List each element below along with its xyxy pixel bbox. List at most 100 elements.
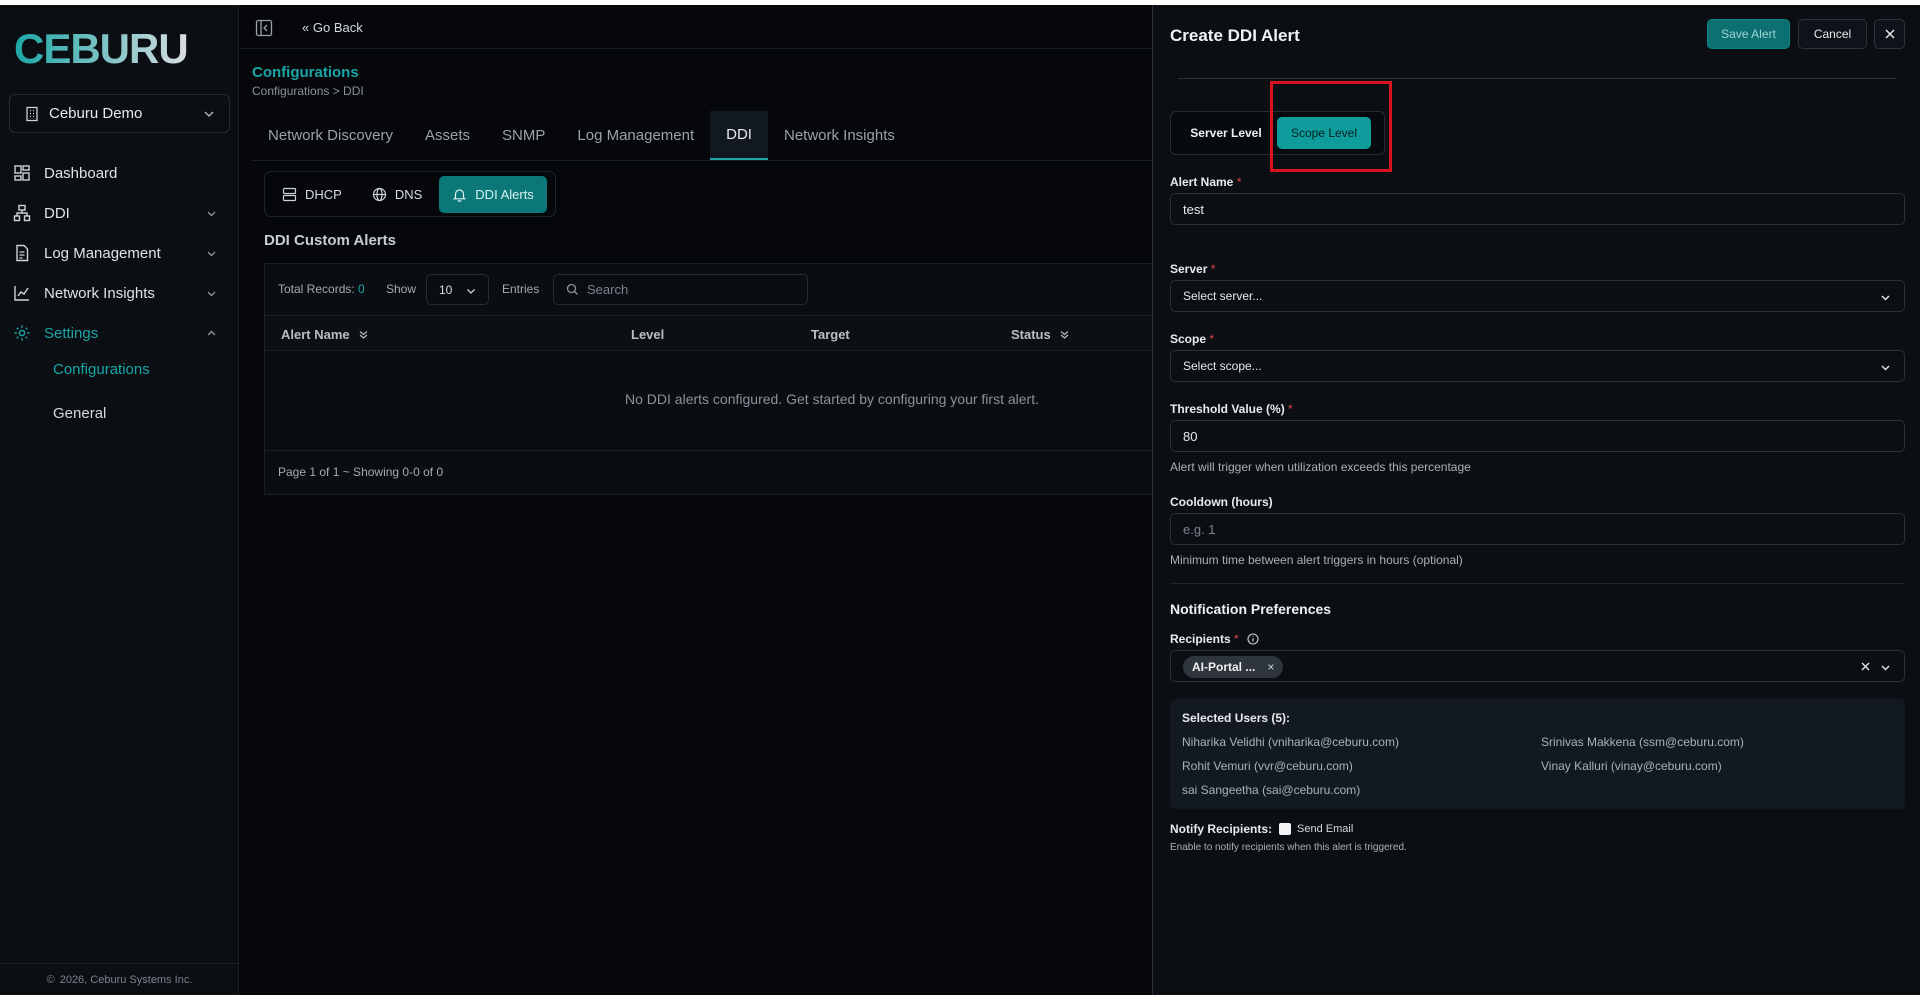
cooldown-field bbox=[1170, 513, 1905, 545]
app-window: CEBURU Ceburu Demo Dashboard DDI Log Man… bbox=[0, 5, 1920, 995]
chevron-down-icon bbox=[204, 110, 214, 117]
server-icon bbox=[282, 187, 297, 201]
total-records-count: 0 bbox=[358, 282, 365, 296]
ddi-subtabs: DHCP DNS DDI Alerts bbox=[264, 171, 556, 217]
subtab-label: DDI Alerts bbox=[475, 186, 534, 202]
close-button[interactable] bbox=[1874, 19, 1905, 49]
entries-select[interactable]: 10 bbox=[426, 274, 489, 305]
entries-label: Entries bbox=[502, 282, 540, 296]
close-icon bbox=[1884, 29, 1895, 39]
config-tabs: Network Discovery Assets SNMP Log Manage… bbox=[252, 111, 1152, 161]
show-label: Show bbox=[386, 282, 417, 296]
double-chevron-left-icon: « bbox=[302, 20, 310, 35]
subtab-label: DHCP bbox=[305, 186, 342, 202]
sidebar-item-dashboard[interactable]: Dashboard bbox=[0, 155, 239, 191]
selected-user: Vinay Kalluri (vinay@ceburu.com) bbox=[1541, 759, 1722, 773]
selected-user: Niharika Velidhi (vniharika@ceburu.com) bbox=[1182, 735, 1399, 749]
total-records-label: Total Records: 0 bbox=[278, 282, 365, 296]
column-alert-name[interactable]: Alert Name bbox=[281, 327, 369, 342]
sidebar-item-label: Dashboard bbox=[44, 164, 118, 182]
selected-user: Srinivas Makkena (ssm@ceburu.com) bbox=[1541, 735, 1744, 749]
copyright-text: 2026, Ceburu Systems Inc. bbox=[59, 973, 193, 986]
table-toolbar: Total Records: 0 Show 10 Entries bbox=[265, 264, 1153, 316]
threshold-input[interactable] bbox=[1183, 428, 1883, 444]
chevron-up-icon bbox=[207, 330, 216, 336]
go-back-link[interactable]: « Go Back bbox=[302, 20, 363, 35]
column-status[interactable]: Status bbox=[1011, 327, 1070, 342]
chevron-down-icon bbox=[207, 251, 216, 257]
recipients-select[interactable]: AI-Portal ... × bbox=[1170, 650, 1905, 682]
tab-network-discovery[interactable]: Network Discovery bbox=[252, 111, 409, 160]
chevron-down-icon bbox=[1881, 295, 1890, 301]
divider bbox=[1170, 583, 1905, 584]
selected-users-panel: Selected Users (5): Niharika Velidhi (vn… bbox=[1170, 699, 1905, 809]
sidebar-collapse-icon[interactable] bbox=[255, 19, 273, 37]
cooldown-input[interactable] bbox=[1183, 521, 1883, 537]
alert-name-field bbox=[1170, 193, 1905, 225]
tab-network-insights[interactable]: Network Insights bbox=[768, 111, 911, 160]
network-icon bbox=[13, 204, 31, 222]
tab-log-management[interactable]: Log Management bbox=[561, 111, 710, 160]
send-email-label[interactable]: Send Email bbox=[1297, 823, 1353, 835]
chevron-down-icon bbox=[1881, 365, 1890, 371]
tab-snmp[interactable]: SNMP bbox=[486, 111, 561, 160]
bell-icon bbox=[453, 188, 467, 202]
remove-chip-icon[interactable]: × bbox=[1267, 660, 1274, 674]
topbar: « Go Back bbox=[240, 5, 1152, 49]
divider bbox=[1178, 78, 1897, 79]
chevron-down-icon bbox=[207, 211, 216, 217]
table-header: Alert Name Level Target Status bbox=[265, 316, 1153, 351]
sidebar-item-label: Log Management bbox=[44, 244, 161, 262]
copyright-icon: © bbox=[46, 973, 55, 986]
alert-name-input[interactable] bbox=[1183, 201, 1883, 217]
cooldown-help: Minimum time between alert triggers in h… bbox=[1170, 553, 1463, 567]
tab-assets[interactable]: Assets bbox=[409, 111, 486, 160]
page-title: Configurations bbox=[252, 64, 359, 81]
selected-user: Rohit Vemuri (vvr@ceburu.com) bbox=[1182, 759, 1353, 773]
save-alert-button[interactable]: Save Alert bbox=[1707, 19, 1790, 49]
cooldown-label: Cooldown (hours) bbox=[1170, 495, 1273, 509]
search-input[interactable] bbox=[587, 282, 787, 297]
selected-users-title: Selected Users (5): bbox=[1182, 711, 1291, 725]
tab-ddi[interactable]: DDI bbox=[710, 111, 768, 160]
sort-icon bbox=[359, 331, 368, 339]
org-name: Ceburu Demo bbox=[49, 105, 143, 122]
scope-select[interactable]: Select scope... bbox=[1170, 350, 1905, 382]
chevron-down-icon bbox=[1881, 665, 1890, 671]
sidebar-item-ddi[interactable]: DDI bbox=[0, 195, 239, 231]
notification-preferences-title: Notification Preferences bbox=[1170, 601, 1332, 617]
sidebar-item-log-management[interactable]: Log Management bbox=[0, 235, 239, 271]
server-select[interactable]: Select server... bbox=[1170, 280, 1905, 312]
sidebar-item-network-insights[interactable]: Network Insights bbox=[0, 275, 239, 311]
sidebar-subitem-configurations[interactable]: Configurations bbox=[53, 361, 150, 378]
recipients-label: Recipients * bbox=[1170, 632, 1259, 646]
table-footer: Page 1 of 1 ~ Showing 0-0 of 0 bbox=[265, 450, 1153, 494]
notify-help: Enable to notify recipients when this al… bbox=[1170, 842, 1407, 853]
breadcrumb: Configurations > DDI bbox=[252, 84, 364, 98]
sidebar-item-label: Network Insights bbox=[44, 284, 155, 302]
subtab-dhcp[interactable]: DHCP bbox=[269, 176, 355, 213]
org-selector[interactable]: Ceburu Demo bbox=[9, 94, 230, 133]
subtab-label: DNS bbox=[394, 186, 423, 202]
recipient-chip-label: AI-Portal ... bbox=[1192, 660, 1256, 674]
notify-label: Notify Recipients: bbox=[1170, 822, 1273, 836]
main-content: « Go Back Configurations Configurations … bbox=[240, 5, 1153, 995]
server-level-option[interactable]: Server Level bbox=[1178, 117, 1274, 149]
clear-icon[interactable] bbox=[1860, 661, 1871, 672]
create-alert-drawer: Create DDI Alert Save Alert Cancel Serve… bbox=[1152, 5, 1920, 995]
cancel-button[interactable]: Cancel bbox=[1798, 19, 1867, 49]
sidebar-item-label: DDI bbox=[44, 204, 70, 222]
drawer-title: Create DDI Alert bbox=[1170, 26, 1300, 45]
go-back-label: Go Back bbox=[312, 20, 363, 35]
threshold-label: Threshold Value (%) * bbox=[1170, 402, 1293, 416]
column-target: Target bbox=[811, 327, 850, 342]
info-icon[interactable] bbox=[1247, 633, 1259, 645]
subtab-dns[interactable]: DNS bbox=[359, 176, 435, 213]
column-level: Level bbox=[631, 327, 665, 342]
send-email-checkbox[interactable] bbox=[1279, 823, 1292, 835]
sidebar-item-settings[interactable]: Settings bbox=[0, 315, 239, 351]
alerts-table: Total Records: 0 Show 10 Entries Alert N… bbox=[264, 263, 1153, 495]
sidebar: CEBURU Ceburu Demo Dashboard DDI Log Man… bbox=[0, 5, 239, 995]
subtab-ddi-alerts[interactable]: DDI Alerts bbox=[439, 175, 547, 213]
sidebar-subitem-general[interactable]: General bbox=[53, 405, 106, 422]
